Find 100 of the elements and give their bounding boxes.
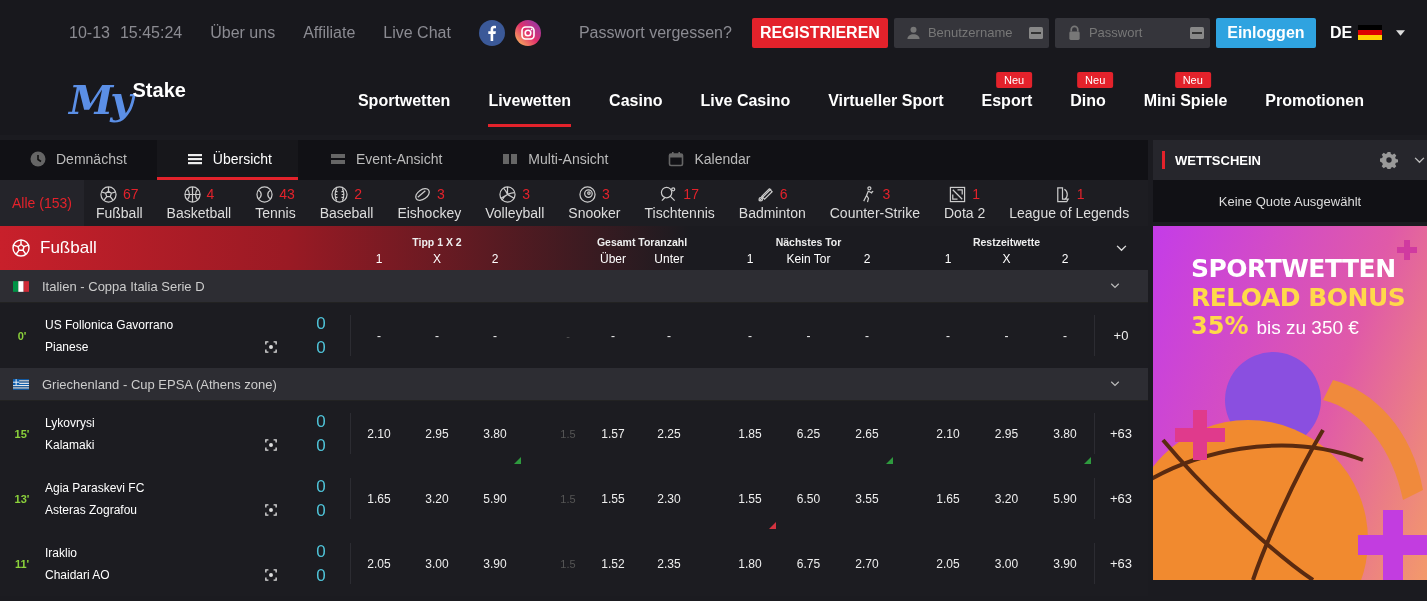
header-link[interactable]: Live Chat	[383, 23, 451, 42]
more-markets-button[interactable]: +63	[1094, 531, 1148, 596]
odds-button[interactable]: 2.95	[977, 401, 1036, 466]
odds-button[interactable]: -	[838, 303, 896, 368]
league-header[interactable]: Italien - Coppa Italia Serie D	[0, 270, 1148, 303]
odds-button[interactable]: -	[466, 303, 524, 368]
odds-button[interactable]: 6.75	[779, 531, 838, 596]
odds-button[interactable]: -	[586, 303, 640, 368]
register-button[interactable]: REGISTRIEREN	[751, 17, 888, 48]
nav-link[interactable]: Livewetten	[488, 91, 572, 127]
forgot-password-link[interactable]: Passwort vergessen?	[578, 23, 732, 42]
odds-button[interactable]: -	[350, 303, 408, 368]
odds-button[interactable]: 2.70	[838, 531, 896, 596]
odds-button[interactable]: 1.65	[919, 466, 977, 531]
view-tab[interactable]: Übersicht	[156, 140, 298, 180]
chevron-down-icon[interactable]	[1110, 283, 1120, 289]
odds-button[interactable]: 1.55	[586, 466, 640, 531]
odds-button[interactable]: -	[919, 303, 977, 368]
sport-filter[interactable]: 3 Eishockey	[385, 180, 474, 226]
sport-filter[interactable]: 3 Snooker	[556, 180, 633, 226]
header-link[interactable]: Affiliate	[303, 23, 356, 42]
home-team-name[interactable]: Agia Paraskevi FC	[45, 480, 265, 495]
home-team-name[interactable]: Lykovrysi	[45, 415, 265, 430]
odds-button[interactable]: 1.52	[586, 531, 640, 596]
odds-button[interactable]: 1.65	[350, 466, 408, 531]
odds-button[interactable]: 2.05	[919, 531, 977, 596]
focus-frame-icon[interactable]	[265, 568, 277, 581]
odds-button[interactable]: 6.50	[779, 466, 838, 531]
odds-button[interactable]: 3.20	[977, 466, 1036, 531]
instagram-icon[interactable]	[514, 19, 541, 46]
odds-button[interactable]: 1.85	[721, 401, 779, 466]
odds-button[interactable]: 3.90	[466, 531, 524, 596]
home-team-name[interactable]: Iraklio	[45, 545, 265, 560]
away-team-name[interactable]: Kalamaki	[45, 437, 265, 452]
header-link[interactable]: Über uns	[210, 23, 276, 42]
sport-filter[interactable]: 6 Badminton	[726, 180, 818, 226]
facebook-icon[interactable]	[478, 19, 505, 46]
away-team-name[interactable]: Asteras Zografou	[45, 502, 265, 517]
odds-button[interactable]: -	[640, 303, 698, 368]
odds-button[interactable]: 2.30	[640, 466, 698, 531]
more-markets-button[interactable]: +63	[1094, 401, 1148, 466]
odds-button[interactable]: 2.10	[919, 401, 977, 466]
odds-button[interactable]: 3.55	[838, 466, 896, 531]
odds-button[interactable]: -	[408, 303, 466, 368]
sport-filter[interactable]: 1 League of Legends	[997, 180, 1142, 226]
odds-button[interactable]: -	[721, 303, 779, 368]
view-tab[interactable]: Multi-Ansicht	[502, 140, 637, 180]
nav-link[interactable]: Esport	[981, 91, 1033, 127]
odds-button[interactable]: 3.00	[977, 531, 1036, 596]
more-markets-button[interactable]: +63	[1094, 466, 1148, 531]
odds-button[interactable]: 5.90	[466, 466, 524, 531]
odds-button[interactable]: 3.00	[408, 531, 466, 596]
nav-link[interactable]: Sportwetten	[357, 91, 451, 127]
sport-filter[interactable]: 67 Fußball	[83, 180, 155, 226]
sport-filter[interactable]: 43 Tennis	[243, 180, 308, 226]
promo-banner[interactable]: SPORTWETTEN RELOAD BONUS 35% bis zu 350 €	[1153, 226, 1427, 580]
caret-icon[interactable]	[1396, 29, 1406, 36]
chevron-down-icon[interactable]	[1110, 381, 1120, 387]
odds-button[interactable]: 2.25	[640, 401, 698, 466]
focus-frame-icon[interactable]	[265, 340, 277, 353]
nav-link[interactable]: Virtueller Sport	[828, 91, 944, 127]
odds-button[interactable]: 3.90	[1036, 531, 1094, 596]
language-code[interactable]: DE	[1329, 23, 1353, 42]
odds-button[interactable]: 3.20	[408, 466, 466, 531]
view-tab[interactable]: Demnächst	[30, 140, 155, 180]
nav-link[interactable]: Casino	[609, 91, 663, 127]
away-team-name[interactable]: Chaidari AO	[45, 567, 265, 582]
odds-button[interactable]: 1.55	[721, 466, 779, 531]
nav-link[interactable]: Live Casino	[700, 91, 791, 127]
odds-button[interactable]: 1.57	[586, 401, 640, 466]
nav-link[interactable]: Mini Spiele	[1143, 91, 1228, 127]
sport-filter[interactable]: 4 Basketball	[154, 180, 244, 226]
settings-icon[interactable]	[1380, 151, 1398, 169]
odds-button[interactable]: 2.35	[640, 531, 698, 596]
odds-button[interactable]: 1.80	[721, 531, 779, 596]
odds-button[interactable]: -	[779, 303, 838, 368]
nav-link[interactable]: Promotionen	[1265, 91, 1364, 127]
sport-filter[interactable]: 1 Dota 2	[932, 180, 998, 226]
odds-button[interactable]: 5.90	[1036, 466, 1094, 531]
odds-button[interactable]: 3.80	[466, 401, 524, 466]
chevron-down-icon[interactable]	[1414, 156, 1425, 164]
odds-button[interactable]: -	[977, 303, 1036, 368]
sport-filter[interactable]: 3 Counter-Strike	[817, 180, 932, 226]
league-header[interactable]: Griechenland - Cup EPSA (Athens zone)	[0, 368, 1148, 401]
away-team-name[interactable]: Pianese	[45, 339, 265, 354]
username-field[interactable]: Benutzername	[893, 17, 1049, 48]
odds-button[interactable]: 2.10	[350, 401, 408, 466]
sport-filter[interactable]: 2 Baseball	[307, 180, 386, 226]
sport-filter[interactable]: 17 Tischtennis	[632, 180, 727, 226]
view-tab[interactable]: Kalendar	[668, 140, 779, 180]
odds-button[interactable]: 3.80	[1036, 401, 1094, 466]
odds-button[interactable]: -	[1036, 303, 1094, 368]
odds-button[interactable]: 2.95	[408, 401, 466, 466]
odds-button[interactable]: 6.25	[779, 401, 838, 466]
nav-link[interactable]: Dino	[1070, 91, 1106, 127]
chevron-down-icon[interactable]	[1115, 244, 1127, 252]
odds-button[interactable]: 2.05	[350, 531, 408, 596]
focus-frame-icon[interactable]	[265, 438, 277, 451]
view-tab[interactable]: Event-Ansicht	[329, 140, 471, 180]
focus-frame-icon[interactable]	[265, 503, 277, 516]
